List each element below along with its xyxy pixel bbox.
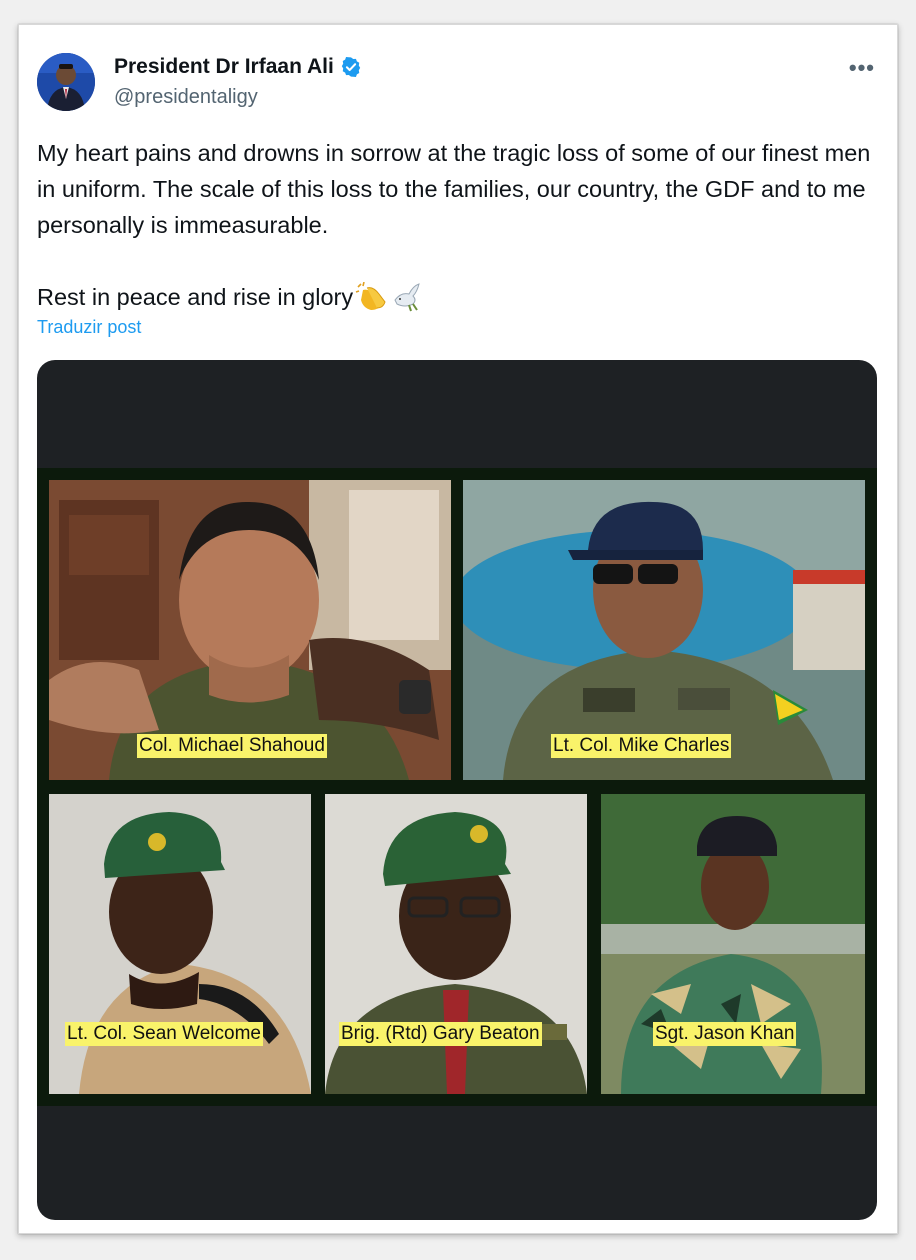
caption-gary-beaton: Brig. (Rtd) Gary Beaton — [339, 1022, 542, 1046]
photo-jason-khan: Sgt. Jason Khan — [601, 794, 865, 1094]
verified-badge-icon — [341, 57, 360, 77]
clapping-hands-icon — [355, 282, 386, 310]
post-image[interactable]: Col. Michael Shahoud Lt. Col. Mike Charl… — [37, 360, 877, 1220]
caption-sean-welcome: Lt. Col. Sean Welcome — [65, 1022, 263, 1046]
caption-michael-shahoud: Col. Michael Shahoud — [137, 734, 327, 758]
author-row: President Dr Irfaan Ali — [114, 55, 362, 79]
memorial-collage: Col. Michael Shahoud Lt. Col. Mike Charl… — [37, 468, 877, 1106]
caption-mike-charles: Lt. Col. Mike Charles — [551, 734, 732, 758]
tweet-paragraph-2: Rest in peace and rise in glory — [37, 279, 877, 315]
photo-mike-charles: Lt. Col. Mike Charles — [463, 480, 865, 780]
tweet-text: My heart pains and drowns in sorrow at t… — [37, 135, 877, 315]
more-options-icon[interactable]: ••• — [849, 55, 875, 81]
tweet-paragraph-1: My heart pains and drowns in sorrow at t… — [37, 140, 871, 238]
avatar[interactable] — [37, 53, 95, 111]
tweet-card: President Dr Irfaan Ali @presidentaligy … — [18, 24, 898, 1234]
author-name[interactable]: President Dr Irfaan Ali — [114, 55, 334, 79]
photo-gary-beaton: Brig. (Rtd) Gary Beaton — [325, 794, 587, 1094]
tweet-paragraph-2-text: Rest in peace and rise in glory — [37, 284, 354, 310]
author-handle[interactable]: @presidentaligy — [114, 86, 258, 109]
caption-jason-khan: Sgt. Jason Khan — [653, 1022, 797, 1046]
photo-michael-shahoud: Col. Michael Shahoud — [49, 480, 451, 780]
translate-link[interactable]: Traduzir post — [37, 317, 141, 338]
photo-sean-welcome: Lt. Col. Sean Welcome — [49, 794, 311, 1094]
dove-icon — [394, 283, 420, 312]
